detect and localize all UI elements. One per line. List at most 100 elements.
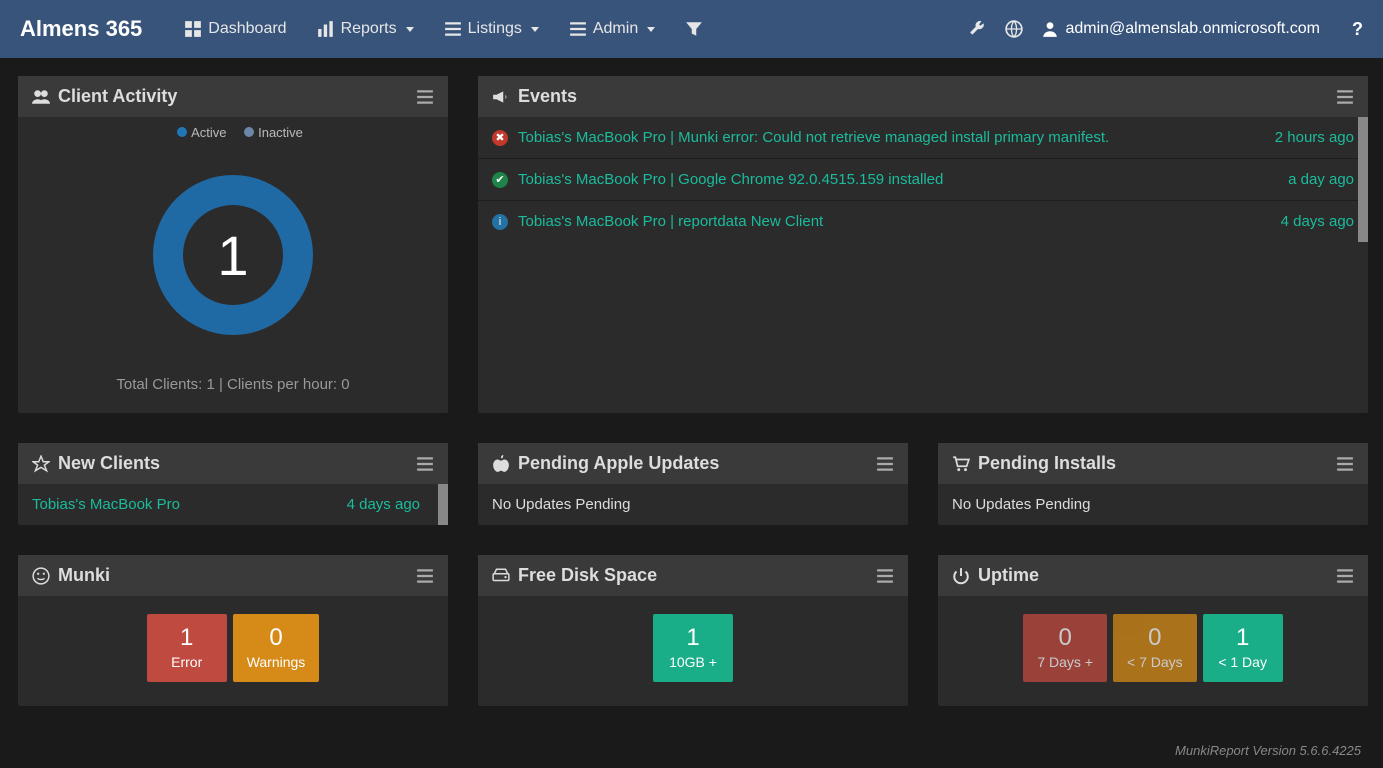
legend-label-active: Active bbox=[191, 125, 226, 140]
cart-icon bbox=[952, 455, 970, 473]
chevron-down-icon bbox=[406, 27, 414, 32]
globe-icon[interactable] bbox=[1005, 20, 1023, 38]
events-list: ✖ Tobias's MacBook Pro | Munki error: Co… bbox=[478, 117, 1368, 242]
legend-dot-inactive bbox=[244, 127, 254, 137]
nav-right: admin@almenslab.onmicrosoft.com ? bbox=[969, 19, 1363, 40]
wrench-icon[interactable] bbox=[969, 20, 987, 38]
list-toggle-icon[interactable] bbox=[1336, 88, 1354, 106]
nav-dashboard[interactable]: Dashboard bbox=[172, 12, 298, 46]
star-icon bbox=[32, 455, 50, 473]
list-toggle-icon[interactable] bbox=[416, 455, 434, 473]
user-icon bbox=[1041, 20, 1059, 38]
hdd-icon bbox=[492, 567, 510, 585]
no-updates-text: No Updates Pending bbox=[938, 484, 1368, 525]
panel-client-activity: Client Activity Active Inactive 1 Total … bbox=[18, 76, 448, 413]
navbar: Almens 365 Dashboard Reports Listings Ad… bbox=[0, 0, 1383, 58]
nav-filter[interactable] bbox=[673, 12, 715, 46]
event-time: 4 days ago bbox=[1281, 213, 1354, 230]
stat-7plus[interactable]: 0 7 Days + bbox=[1023, 614, 1107, 682]
nav-dashboard-label: Dashboard bbox=[208, 20, 286, 38]
brand[interactable]: Almens 365 bbox=[20, 16, 142, 42]
event-text[interactable]: Tobias's MacBook Pro | Google Chrome 92.… bbox=[518, 171, 1278, 188]
nav-admin-label: Admin bbox=[593, 20, 638, 38]
stat-label: Warnings bbox=[247, 654, 306, 670]
check-icon: ✔ bbox=[492, 172, 508, 188]
dashboard-content: Client Activity Active Inactive 1 Total … bbox=[0, 58, 1383, 724]
donut-center-value: 1 bbox=[217, 223, 248, 288]
list-toggle-icon[interactable] bbox=[416, 567, 434, 585]
list-toggle-icon[interactable] bbox=[876, 567, 894, 585]
event-row[interactable]: i Tobias's MacBook Pro | reportdata New … bbox=[478, 200, 1368, 242]
stat-num: 0 bbox=[1037, 624, 1093, 652]
panel-title: Client Activity bbox=[58, 86, 177, 107]
panel-title: New Clients bbox=[58, 453, 160, 474]
stat-lt1[interactable]: 1 < 1 Day bbox=[1203, 614, 1283, 682]
bullhorn-icon bbox=[492, 88, 510, 106]
event-row[interactable]: ✔ Tobias's MacBook Pro | Google Chrome 9… bbox=[478, 158, 1368, 200]
panel-title: Free Disk Space bbox=[518, 565, 657, 586]
donut-chart: 1 bbox=[18, 150, 448, 360]
stat-num: 0 bbox=[1127, 624, 1183, 652]
list-toggle-icon[interactable] bbox=[416, 88, 434, 106]
stat-label: 10GB + bbox=[667, 654, 719, 670]
event-row[interactable]: ✖ Tobias's MacBook Pro | Munki error: Co… bbox=[478, 117, 1368, 158]
no-updates-text: No Updates Pending bbox=[478, 484, 908, 525]
nav-reports-label: Reports bbox=[341, 20, 397, 38]
event-time: 2 hours ago bbox=[1275, 129, 1354, 146]
panel-pending-installs: Pending Installs No Updates Pending bbox=[938, 443, 1368, 525]
nav-items: Dashboard Reports Listings Admin bbox=[172, 12, 715, 46]
users-icon bbox=[32, 88, 50, 106]
panel-pending-apple: Pending Apple Updates No Updates Pending bbox=[478, 443, 908, 525]
stat-warnings[interactable]: 0 Warnings bbox=[233, 614, 320, 682]
panel-munki: Munki 1 Error 0 Warnings bbox=[18, 555, 448, 706]
nav-reports[interactable]: Reports bbox=[305, 12, 426, 46]
client-link[interactable]: Tobias's MacBook Pro bbox=[32, 496, 180, 513]
help-button[interactable]: ? bbox=[1352, 19, 1363, 40]
panel-title: Pending Installs bbox=[978, 453, 1116, 474]
list-toggle-icon[interactable] bbox=[876, 455, 894, 473]
event-text[interactable]: Tobias's MacBook Pro | reportdata New Cl… bbox=[518, 213, 1271, 230]
chart-legend: Active Inactive bbox=[18, 125, 448, 140]
error-icon: ✖ bbox=[492, 130, 508, 146]
stat-lt7[interactable]: 0 < 7 Days bbox=[1113, 614, 1197, 682]
chevron-down-icon bbox=[647, 27, 655, 32]
stat-num: 1 bbox=[1217, 624, 1269, 652]
panel-uptime: Uptime 0 7 Days + 0 < 7 Days 1 < 1 Day bbox=[938, 555, 1368, 706]
panel-disk: Free Disk Space 1 10GB + bbox=[478, 555, 908, 706]
power-icon bbox=[952, 567, 970, 585]
chevron-down-icon bbox=[531, 27, 539, 32]
nav-listings[interactable]: Listings bbox=[432, 12, 551, 46]
admin-icon bbox=[569, 20, 587, 38]
info-icon: i bbox=[492, 214, 508, 230]
stat-num: 0 bbox=[247, 624, 306, 652]
user-email: admin@almenslab.onmicrosoft.com bbox=[1065, 20, 1320, 38]
list-toggle-icon[interactable] bbox=[1336, 455, 1354, 473]
list-toggle-icon[interactable] bbox=[1336, 567, 1354, 585]
stat-num: 1 bbox=[667, 624, 719, 652]
stat-label: 7 Days + bbox=[1037, 654, 1093, 670]
dashboard-icon bbox=[184, 20, 202, 38]
client-age: 4 days ago bbox=[347, 496, 420, 513]
list-item[interactable]: Tobias's MacBook Pro 4 days ago bbox=[18, 484, 448, 525]
list-icon bbox=[444, 20, 462, 38]
nav-admin[interactable]: Admin bbox=[557, 12, 667, 46]
chart-icon bbox=[317, 20, 335, 38]
stat-label: < 1 Day bbox=[1217, 654, 1269, 670]
stat-error[interactable]: 1 Error bbox=[147, 614, 227, 682]
user-menu[interactable]: admin@almenslab.onmicrosoft.com bbox=[1041, 20, 1326, 38]
donut-footer: Total Clients: 1 | Clients per hour: 0 bbox=[18, 360, 448, 413]
panel-new-clients: New Clients Tobias's MacBook Pro 4 days … bbox=[18, 443, 448, 525]
stat-label: < 7 Days bbox=[1127, 654, 1183, 670]
panel-title: Uptime bbox=[978, 565, 1039, 586]
stat-disk[interactable]: 1 10GB + bbox=[653, 614, 733, 682]
panel-events: Events ✖ Tobias's MacBook Pro | Munki er… bbox=[478, 76, 1368, 413]
filter-icon bbox=[685, 20, 703, 38]
legend-dot-active bbox=[177, 127, 187, 137]
panel-title: Pending Apple Updates bbox=[518, 453, 719, 474]
panel-title: Events bbox=[518, 86, 577, 107]
apple-icon bbox=[492, 455, 510, 473]
event-text[interactable]: Tobias's MacBook Pro | Munki error: Coul… bbox=[518, 129, 1265, 146]
event-time: a day ago bbox=[1288, 171, 1354, 188]
footer-version: MunkiReport Version 5.6.6.4225 bbox=[1175, 743, 1361, 758]
legend-label-inactive: Inactive bbox=[258, 125, 303, 140]
